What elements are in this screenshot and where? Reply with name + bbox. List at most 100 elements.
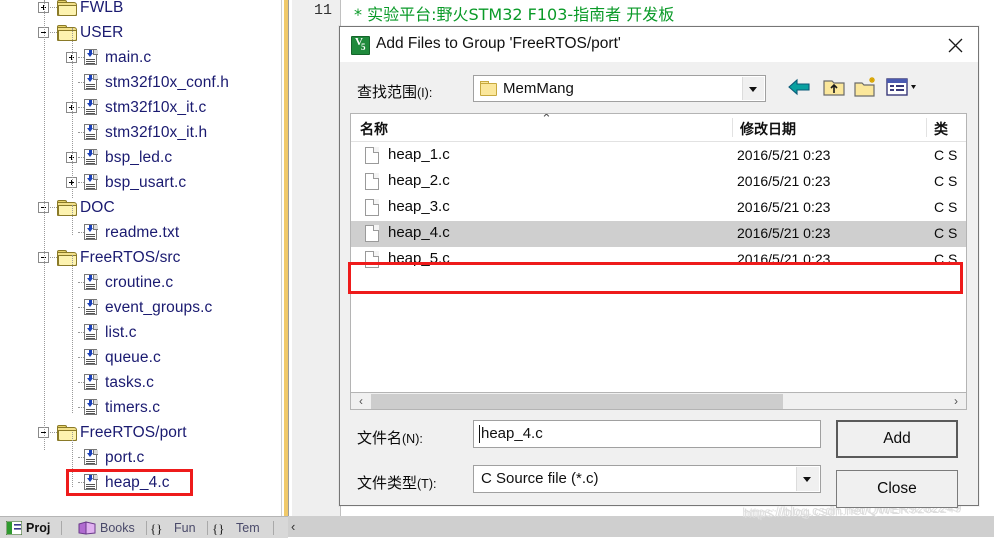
tree-connector (50, 7, 57, 9)
filetype-combobox[interactable]: C Source file (*.c) (473, 465, 821, 493)
panel-tab-label: Proj (26, 521, 51, 535)
tree-item-event_groups-c[interactable]: event_groups.c (0, 295, 278, 320)
tree-item-tasks-c[interactable]: tasks.c (0, 370, 278, 395)
file-type: C S (934, 225, 958, 241)
templates-icon: {} (212, 521, 232, 541)
new-folder-icon[interactable] (853, 75, 879, 104)
tree-item-stm32f10x_it-c[interactable]: stm32f10x_it.c (0, 95, 278, 120)
file-row[interactable]: heap_3.c 2016/5/21 0:23 C S (351, 195, 966, 221)
tree-item-stm32f10x_conf-h[interactable]: stm32f10x_conf.h (0, 70, 278, 95)
close-icon[interactable] (932, 27, 978, 61)
up-folder-icon[interactable] (822, 75, 846, 104)
file-icon (84, 274, 99, 291)
column-header-name[interactable]: 名称 (360, 119, 388, 139)
folder-icon (57, 200, 77, 216)
lookin-combobox[interactable]: MemMang (473, 75, 766, 102)
filetype-label: 文件类型(T): (357, 475, 437, 492)
tree-item-label: FWLB (80, 0, 124, 16)
tree-item-label: main.c (105, 49, 152, 66)
tree-item-timers-c[interactable]: timers.c (0, 395, 278, 420)
file-name: heap_1.c (388, 146, 450, 163)
expand-icon[interactable] (66, 152, 77, 163)
add-files-dialog[interactable]: V5 Add Files to Group 'FreeRTOS/port' 查找… (339, 26, 979, 508)
tree-item-label: DOC (80, 199, 115, 216)
scroll-thumb[interactable] (371, 394, 783, 409)
tree-item-freertos-src[interactable]: FreeRTOS/src (0, 245, 278, 270)
file-list-header[interactable]: ⌃ 名称 修改日期 类 (351, 114, 966, 142)
tree-item-readme-txt[interactable]: readme.txt (0, 220, 278, 245)
project-icon (5, 520, 23, 541)
tree-connector (50, 257, 57, 259)
svg-text:{}: {} (212, 521, 224, 535)
tree-item-croutine-c[interactable]: croutine.c (0, 270, 278, 295)
panel-tab-proj[interactable]: Proj (5, 518, 63, 541)
file-icon (365, 225, 379, 242)
expand-icon[interactable] (66, 177, 77, 188)
chevron-down-icon[interactable] (796, 467, 819, 491)
tree-item-label: port.c (105, 449, 145, 466)
tree-item-label: heap_4.c (105, 474, 170, 491)
project-panel-tabs[interactable]: Proj Books {} Fun {} Tem (0, 516, 288, 538)
panel-tab-fun[interactable]: {} Fun (150, 518, 208, 538)
column-header-type[interactable]: 类 (934, 119, 948, 139)
tree-item-label: croutine.c (105, 274, 174, 291)
file-row[interactable]: heap_2.c 2016/5/21 0:23 C S (351, 169, 966, 195)
folder-icon (57, 250, 77, 266)
dialog-title-bar[interactable]: V5 Add Files to Group 'FreeRTOS/port' (340, 27, 978, 62)
file-icon (365, 199, 379, 216)
folder-icon (57, 425, 77, 441)
strip-left-arrow-icon[interactable]: ‹ (291, 517, 295, 536)
file-row[interactable]: heap_4.c 2016/5/21 0:23 C S (351, 221, 966, 247)
file-list[interactable]: ⌃ 名称 修改日期 类 heap_1.c 2016/5/21 0:23 C Shea… (350, 113, 967, 393)
file-icon (84, 74, 99, 91)
tree-item-label: bsp_led.c (105, 149, 173, 166)
tree-item-heap_4-c[interactable]: heap_4.c (0, 470, 278, 495)
file-icon (365, 147, 379, 164)
scroll-right-icon[interactable]: › (947, 394, 965, 409)
tree-item-bsp_usart-c[interactable]: bsp_usart.c (0, 170, 278, 195)
tree-item-main-c[interactable]: main.c (0, 45, 278, 70)
file-icon (84, 324, 99, 341)
tree-item-list-c[interactable]: list.c (0, 320, 278, 345)
file-icon (365, 251, 379, 268)
view-mode-icon[interactable] (886, 75, 920, 104)
tree-item-fwlb[interactable]: FWLB (0, 0, 278, 20)
tree-item-user[interactable]: USER (0, 20, 278, 45)
file-icon (84, 349, 99, 366)
chevron-down-icon[interactable] (742, 77, 764, 100)
close-button[interactable]: Close (836, 470, 958, 508)
filetype-value: C Source file (*.c) (481, 470, 599, 487)
collapse-icon[interactable] (38, 27, 49, 38)
collapse-icon[interactable] (38, 427, 49, 438)
add-button[interactable]: Add (836, 420, 958, 458)
panel-tab-label: Books (100, 521, 135, 535)
lookin-label: 查找范围(I): (357, 84, 433, 101)
panel-splitter[interactable] (278, 0, 292, 516)
file-icon (84, 374, 99, 391)
panel-tab-books[interactable]: Books (78, 518, 147, 538)
expand-icon[interactable] (66, 102, 77, 113)
expand-icon[interactable] (66, 52, 77, 63)
tree-item-stm32f10x_it-h[interactable]: stm32f10x_it.h (0, 120, 278, 145)
file-list-hscrollbar[interactable]: ‹ › (350, 393, 967, 410)
back-icon[interactable] (787, 75, 813, 104)
column-header-date[interactable]: 修改日期 (740, 119, 796, 139)
filename-input[interactable]: heap_4.c (473, 420, 821, 448)
scroll-left-icon[interactable]: ‹ (352, 394, 370, 409)
collapse-icon[interactable] (38, 202, 49, 213)
file-row[interactable]: heap_5.c 2016/5/21 0:23 C S (351, 247, 966, 273)
file-row[interactable]: heap_1.c 2016/5/21 0:23 C S (351, 143, 966, 169)
file-icon (84, 299, 99, 316)
project-tree-panel[interactable]: FWLB USER main.c stm32f10x_conf.h stm32f10x_… (0, 0, 279, 516)
tree-item-queue-c[interactable]: queue.c (0, 345, 278, 370)
tree-item-doc[interactable]: DOC (0, 195, 278, 220)
tree-item-label: readme.txt (105, 224, 180, 241)
tree-item-freertos-port[interactable]: FreeRTOS/port (0, 420, 278, 445)
file-modified-date: 2016/5/21 0:23 (737, 147, 831, 163)
collapse-icon[interactable] (38, 252, 49, 263)
file-icon (84, 49, 99, 66)
tree-item-bsp_led-c[interactable]: bsp_led.c (0, 145, 278, 170)
expand-icon[interactable] (38, 2, 49, 13)
tree-item-port-c[interactable]: port.c (0, 445, 278, 470)
panel-tab-tem[interactable]: {} Tem (212, 518, 274, 541)
